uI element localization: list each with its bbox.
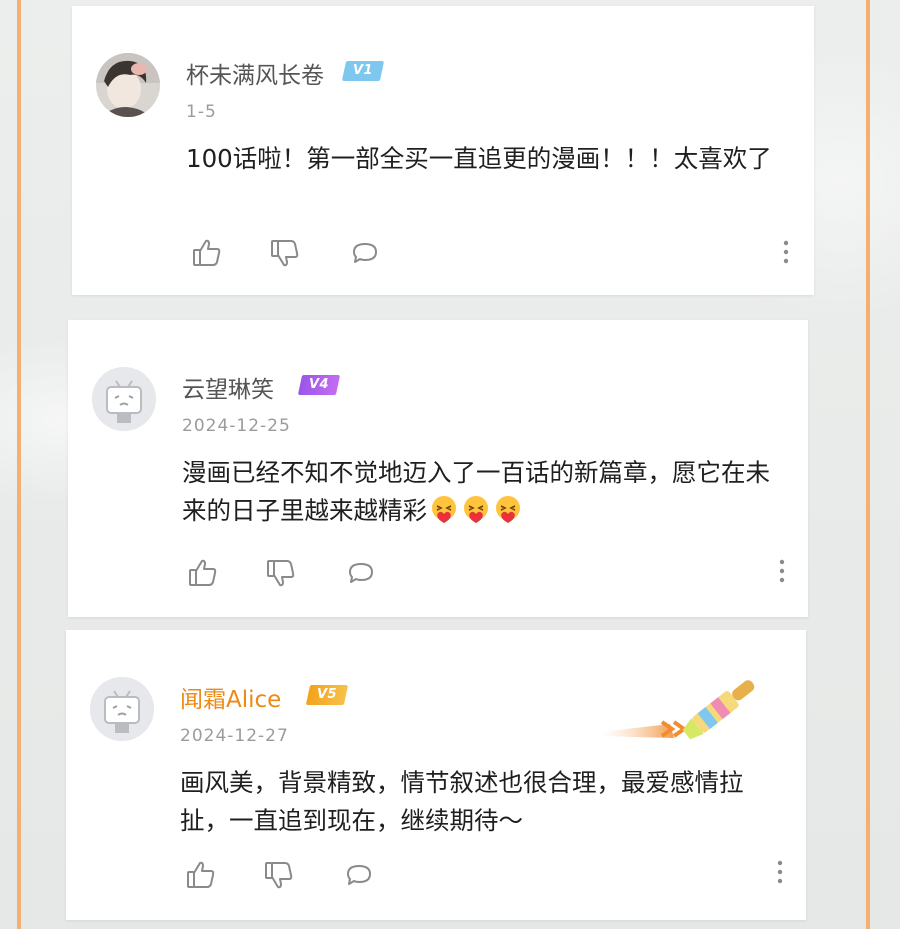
reply-icon[interactable] [348, 236, 382, 270]
dislike-icon[interactable] [268, 236, 302, 270]
username[interactable]: 杯未满风长卷 [186, 56, 324, 90]
avatar[interactable] [90, 677, 154, 741]
heart-hug-emoji [464, 496, 488, 523]
comment-text: 100话啦！第一部全买一直追更的漫画！！！太喜欢了 [186, 144, 772, 173]
more-icon[interactable] [776, 557, 788, 587]
comment-card: 云望琳笑 V4 2024-12-25 漫画已经不知不觉地迈入了一百话的新篇章，愿… [68, 320, 808, 617]
heart-hug-emoji [496, 496, 520, 523]
reply-icon[interactable] [342, 858, 376, 892]
like-icon[interactable] [186, 556, 220, 590]
avatar[interactable] [92, 367, 156, 431]
like-icon[interactable] [184, 858, 218, 892]
comment-actions [186, 556, 786, 590]
comment-date: 1-5 [186, 102, 217, 122]
comment-actions [184, 858, 784, 892]
reply-icon[interactable] [344, 556, 378, 590]
more-icon[interactable] [780, 238, 792, 268]
dislike-icon[interactable] [264, 556, 298, 590]
level-badge: V1 [341, 61, 385, 81]
level-badge: V5 [305, 685, 349, 705]
dislike-icon[interactable] [262, 858, 296, 892]
comment-card: 闻霜Alice V5 2024-12-27 画风美，背景精致，情节叙述也很合理，… [66, 630, 806, 920]
comment-card: 杯未满风长卷 V1 1-5 100话啦！第一部全买一直追更的漫画！！！太喜欢了 [72, 6, 814, 295]
level-badge: V4 [297, 375, 341, 395]
comment-date: 2024-12-25 [182, 416, 291, 436]
comment-text: 画风美，背景精致，情节叙述也很合理，最爱感情拉扯，一直追到现在，继续期待～ [180, 768, 744, 835]
comment-text: 漫画已经不知不觉地迈入了一百话的新篇章，愿它在未来的日子里越来越精彩 [182, 454, 782, 530]
like-icon[interactable] [190, 236, 224, 270]
comment-date: 2024-12-27 [180, 726, 289, 746]
username[interactable]: 云望琳笑 [182, 370, 274, 404]
comment-actions [190, 236, 790, 270]
frame-border-right [866, 0, 870, 929]
frame-border-left [17, 0, 21, 929]
more-icon[interactable] [774, 858, 786, 888]
paintbrush-decoration [600, 680, 755, 740]
username[interactable]: 闻霜Alice [180, 680, 281, 714]
heart-hug-emoji [432, 496, 456, 523]
avatar[interactable] [96, 53, 160, 117]
